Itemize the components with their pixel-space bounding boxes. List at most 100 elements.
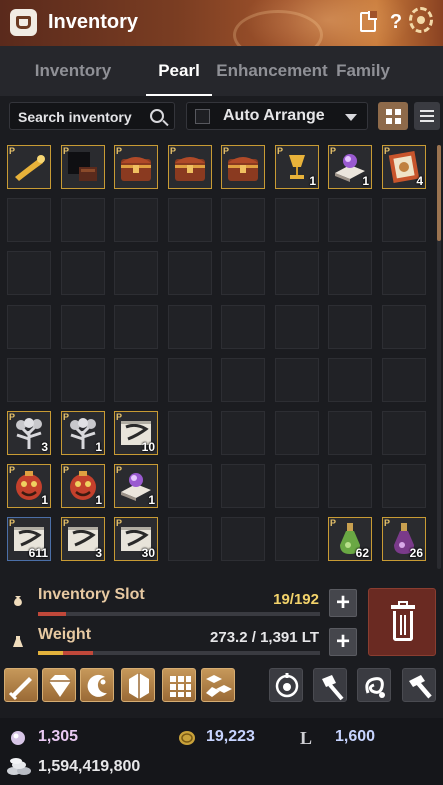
- hammer-icon[interactable]: [313, 668, 347, 702]
- empty-inventory-slot[interactable]: [275, 464, 319, 508]
- currency-bar: 1,305 19,223 L 1,600 1,594,419,800: [0, 718, 443, 785]
- empty-inventory-slot[interactable]: [168, 464, 212, 508]
- pearl-item-badge: P: [330, 146, 337, 156]
- empty-inventory-slot[interactable]: [114, 305, 158, 349]
- empty-inventory-slot[interactable]: [61, 305, 105, 349]
- auto-arrange-dropdown[interactable]: Auto Arrange: [186, 102, 368, 130]
- inventory-item-slot[interactable]: P 611: [7, 517, 51, 561]
- empty-inventory-slot[interactable]: [382, 411, 426, 455]
- inventory-item-slot[interactable]: P1: [114, 464, 158, 508]
- inventory-item-slot[interactable]: P: [114, 145, 158, 189]
- cube-craft-icon[interactable]: [201, 668, 235, 702]
- delete-trash-button[interactable]: [368, 588, 436, 656]
- empty-inventory-slot[interactable]: [275, 305, 319, 349]
- empty-inventory-slot[interactable]: [275, 251, 319, 295]
- inventory-item-slot[interactable]: P1: [275, 145, 319, 189]
- grid-scrollbar[interactable]: [437, 145, 441, 569]
- swirl-icon[interactable]: [357, 668, 391, 702]
- auto-arrange-checkbox[interactable]: [195, 109, 210, 124]
- hexagon-crystal-icon[interactable]: [121, 668, 155, 702]
- auto-arrange-label: Auto Arrange: [223, 107, 325, 124]
- empty-inventory-slot[interactable]: [275, 411, 319, 455]
- inventory-item-slot[interactable]: P 26: [382, 517, 426, 561]
- inventory-item-slot[interactable]: P: [7, 145, 51, 189]
- inventory-item-slot[interactable]: P: [61, 145, 105, 189]
- empty-inventory-slot[interactable]: [221, 517, 265, 561]
- help-button[interactable]: ?: [384, 10, 408, 34]
- moon-swirl-icon[interactable]: [80, 668, 114, 702]
- empty-inventory-slot[interactable]: [221, 358, 265, 402]
- tab-inventory[interactable]: Inventory: [0, 46, 146, 96]
- inventory-item-slot[interactable]: P: [168, 145, 212, 189]
- tab-enhancement[interactable]: Enhancement: [212, 46, 332, 96]
- inventory-item-slot[interactable]: P1: [61, 464, 105, 508]
- empty-inventory-slot[interactable]: [382, 464, 426, 508]
- pearl-count: 1,305: [38, 728, 79, 745]
- forge-hammer-icon[interactable]: [402, 668, 436, 702]
- grid-view-button[interactable]: [378, 102, 408, 130]
- inventory-item-slot[interactable]: P: [221, 145, 265, 189]
- inventory-item-slot[interactable]: P 30: [114, 517, 158, 561]
- empty-inventory-slot[interactable]: [7, 251, 51, 295]
- list-view-button[interactable]: [414, 102, 440, 130]
- empty-inventory-slot[interactable]: [168, 517, 212, 561]
- empty-inventory-slot[interactable]: [275, 198, 319, 242]
- empty-inventory-slot[interactable]: [382, 358, 426, 402]
- enhance-sword-icon[interactable]: [4, 668, 38, 702]
- empty-inventory-slot[interactable]: [114, 251, 158, 295]
- empty-inventory-slot[interactable]: [7, 305, 51, 349]
- inventory-item-slot[interactable]: P1: [328, 145, 372, 189]
- empty-inventory-slot[interactable]: [168, 305, 212, 349]
- inventory-item-slot[interactable]: P1: [61, 411, 105, 455]
- empty-inventory-slot[interactable]: [275, 358, 319, 402]
- empty-inventory-slot[interactable]: [221, 411, 265, 455]
- empty-inventory-slot[interactable]: [221, 251, 265, 295]
- empty-inventory-slot[interactable]: [382, 305, 426, 349]
- inventory-item-slot[interactable]: P1: [7, 464, 51, 508]
- empty-inventory-slot[interactable]: [114, 198, 158, 242]
- inventory-item-slot[interactable]: P 62: [328, 517, 372, 561]
- empty-inventory-slot[interactable]: [7, 198, 51, 242]
- add-weight-button[interactable]: +: [329, 628, 357, 656]
- empty-inventory-slot[interactable]: [221, 198, 265, 242]
- empty-inventory-slot[interactable]: [328, 305, 372, 349]
- empty-inventory-slot[interactable]: [328, 198, 372, 242]
- pearl-icon: [11, 731, 25, 745]
- scrollbar-thumb[interactable]: [437, 145, 441, 241]
- inventory-item-slot[interactable]: P3: [7, 411, 51, 455]
- pearl-item-badge: P: [116, 518, 123, 528]
- empty-inventory-slot[interactable]: [328, 411, 372, 455]
- target-lock-icon[interactable]: [269, 668, 303, 702]
- empty-inventory-slot[interactable]: [61, 251, 105, 295]
- empty-inventory-slot[interactable]: [168, 251, 212, 295]
- tab-pearl[interactable]: Pearl: [146, 46, 212, 96]
- item-count: 4: [416, 174, 423, 188]
- empty-inventory-slot[interactable]: [61, 358, 105, 402]
- empty-inventory-slot[interactable]: [221, 464, 265, 508]
- empty-inventory-slot[interactable]: [168, 358, 212, 402]
- empty-inventory-slot[interactable]: [275, 517, 319, 561]
- inventory-item-slot[interactable]: P3: [61, 517, 105, 561]
- inventory-item-slot[interactable]: P4: [382, 145, 426, 189]
- settings-gear-icon[interactable]: [409, 7, 433, 33]
- tab-family[interactable]: Family: [332, 46, 394, 96]
- empty-inventory-slot[interactable]: [114, 358, 158, 402]
- empty-inventory-slot[interactable]: [61, 198, 105, 242]
- empty-inventory-slot[interactable]: [168, 411, 212, 455]
- empty-inventory-slot[interactable]: [328, 251, 372, 295]
- grid-pattern-icon[interactable]: [162, 668, 196, 702]
- empty-inventory-slot[interactable]: [328, 464, 372, 508]
- empty-inventory-slot[interactable]: [168, 198, 212, 242]
- dark-costume-box-icon: [65, 149, 101, 190]
- inventory-item-slot[interactable]: P 10: [114, 411, 158, 455]
- empty-inventory-slot[interactable]: [221, 305, 265, 349]
- empty-inventory-slot[interactable]: [382, 198, 426, 242]
- empty-inventory-slot[interactable]: [328, 358, 372, 402]
- gem-crystal-icon[interactable]: [42, 668, 76, 702]
- search-input[interactable]: [18, 107, 142, 127]
- add-slot-button[interactable]: +: [329, 589, 357, 617]
- empty-inventory-slot[interactable]: [382, 251, 426, 295]
- empty-inventory-slot[interactable]: [7, 358, 51, 402]
- document-icon[interactable]: [356, 10, 380, 34]
- search-icon[interactable]: [150, 109, 164, 123]
